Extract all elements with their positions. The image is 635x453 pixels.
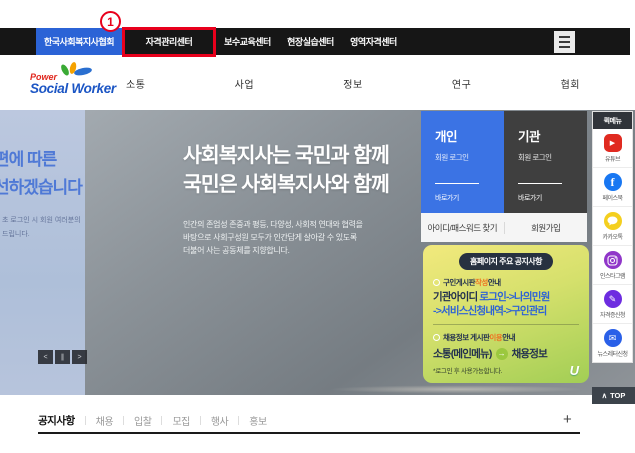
notice-item1-path: 기관아이디 로그인->나의민원 ->서비스신청내역->구인관리 <box>433 291 550 317</box>
login-panel: 개인 회원 로그인 바로가기 기관 회원 로그인 바로가기 아이디/패스워드 찾… <box>421 111 587 242</box>
util-tab-certification-label: 자격관리센터 <box>145 37 193 47</box>
prev-slide-heading: 편에 따른 선하겠습니다 <box>0 150 83 197</box>
org-login-title: 기관 <box>518 130 541 144</box>
quickmenu-item-kakaotalk[interactable]: 카카오톡 <box>593 207 632 246</box>
notice-item2-route: 소통(메인메뉴) → 채용정보 <box>433 346 579 361</box>
find-id-password-link[interactable]: 아이디/패스워드 찾기 <box>421 222 504 234</box>
facebook-icon: f <box>603 173 622 191</box>
util-tab-area-certification-center[interactable]: 영역자격센터 <box>342 28 405 55</box>
menu-item-business[interactable]: 사업 <box>221 72 268 95</box>
newsletter-icon: ✉ <box>603 329 622 347</box>
route-from: 소통(메인메뉴) <box>433 348 492 360</box>
hero-description: 인간의 존엄성 존중과 평등, 다양성, 사회적 연대와 협력을 바탕으로 사회… <box>183 220 363 255</box>
news-more-button[interactable]: + <box>563 411 572 428</box>
instagram-icon <box>603 251 622 269</box>
hero-heading-line1: 사회복지사는 국민과 함께 <box>183 144 390 167</box>
prev-slide-note: 초 로그인 시 회원 여러분의 드립니다. <box>2 217 81 238</box>
divider <box>518 183 562 184</box>
menu-item-association[interactable]: 협회 <box>547 72 594 95</box>
route-to: 채용정보 <box>511 348 548 360</box>
hero-text-block: 사회복지사는 국민과 함께 국민은 사회복지사와 함께 인간의 존엄성 존중과 … <box>183 141 390 257</box>
util-tab-certification-center[interactable]: 자격관리센터 <box>122 27 216 57</box>
news-tab-underline <box>38 432 580 434</box>
news-tab-bidding[interactable]: 입찰 <box>113 413 152 428</box>
certificate-apply-icon: ✎ <box>603 290 622 308</box>
site-logo[interactable]: Power Social Worker <box>30 61 122 100</box>
join-member-link[interactable]: 회원가입 <box>505 222 588 234</box>
quick-menu: 퀵메뉴 ▶ 유튜브 f 페이스북 카카오톡 인스타그램 ✎ 자격증신청 ✉ 뉴스… <box>592 111 633 363</box>
bullet-ring-icon <box>433 279 440 286</box>
bullet-ring-icon <box>433 334 440 341</box>
notice-card-badge: 홈페이지 주요 공지사항 <box>458 253 554 270</box>
menu-item-communication[interactable]: 소통 <box>112 72 159 95</box>
kakaotalk-icon <box>603 212 622 230</box>
personal-login-title: 개인 <box>435 130 458 144</box>
menu-item-research[interactable]: 연구 <box>438 72 485 95</box>
divider <box>435 183 479 184</box>
carousel-controls: < ∥ > <box>38 350 87 364</box>
page: 1 한국사회복지사협회 자격관리센터 보수교육센터 현장실습센터 영역자격센터 … <box>0 0 635 453</box>
hero-heading-line2: 국민은 사회복지사와 함께 <box>183 173 390 196</box>
personal-login-link[interactable]: 바로가기 <box>435 193 504 203</box>
notice-item2-label: 채용정보 게시판 이용 안내 <box>433 332 579 343</box>
notice-footnote: *로그인 후 사용가능합니다. <box>433 368 503 375</box>
quick-menu-title: 퀵메뉴 <box>593 112 632 129</box>
news-tab-recruit[interactable]: 채용 <box>75 413 114 428</box>
scroll-to-top-button[interactable]: ∧ TOP <box>592 387 635 404</box>
news-tab-notice[interactable]: 공지사항 <box>38 413 75 428</box>
notice-item1-label: 구인게시판 작성 안내 <box>433 277 579 288</box>
utility-nav: 한국사회복지사협회 자격관리센터 보수교육센터 현장실습센터 영역자격센터 <box>0 27 630 57</box>
chevron-up-icon: ∧ <box>601 391 608 400</box>
util-tab-education-center[interactable]: 보수교육센터 <box>216 28 279 55</box>
login-utility-links: 아이디/패스워드 찾기 회원가입 <box>421 213 587 242</box>
notice-u-logo: U <box>569 363 579 378</box>
personal-login-card[interactable]: 개인 회원 로그인 바로가기 <box>421 111 504 213</box>
menu-item-information[interactable]: 정보 <box>329 72 376 95</box>
util-tab-field-practice-center[interactable]: 현장실습센터 <box>279 28 342 55</box>
quickmenu-item-newsletter[interactable]: ✉ 뉴스레터신청 <box>593 324 632 362</box>
main-menu: 소통 사업 정보 연구 협회 <box>112 72 594 95</box>
quickmenu-item-certificate[interactable]: ✎ 자격증신청 <box>593 285 632 324</box>
notice-card: 홈페이지 주요 공지사항 구인게시판 작성 안내 기관아이디 로그인->나의민원… <box>423 245 589 383</box>
quickmenu-item-youtube[interactable]: ▶ 유튜브 <box>593 129 632 168</box>
personal-login-subtitle: 회원 로그인 <box>435 153 469 162</box>
hamburger-menu-icon[interactable] <box>554 30 575 53</box>
news-tab-event[interactable]: 행사 <box>190 413 229 428</box>
youtube-icon: ▶ <box>603 134 622 152</box>
utility-nav-spacer <box>0 28 36 55</box>
annotation-step-badge: 1 <box>100 11 121 32</box>
quickmenu-item-facebook[interactable]: f 페이스북 <box>593 168 632 207</box>
carousel-next-button[interactable]: > <box>72 350 87 364</box>
carousel-pause-button[interactable]: ∥ <box>55 350 70 364</box>
arrow-right-icon: → <box>495 347 508 360</box>
util-tab-association[interactable]: 한국사회복지사협회 <box>36 28 122 55</box>
logo-swoosh-icon <box>59 61 100 77</box>
org-login-subtitle: 회원 로그인 <box>518 153 552 162</box>
news-tab-recruiting[interactable]: 모집 <box>151 413 190 428</box>
divider <box>433 324 579 325</box>
org-login-card[interactable]: 기관 회원 로그인 바로가기 <box>504 111 587 213</box>
news-tab-promotion[interactable]: 홍보 <box>228 413 267 428</box>
carousel-prev-button[interactable]: < <box>38 350 53 364</box>
logo-text-bottom: Social Worker <box>30 81 116 96</box>
quickmenu-item-instagram[interactable]: 인스타그램 <box>593 246 632 285</box>
org-login-link[interactable]: 바로가기 <box>518 193 587 203</box>
news-tab-bar: 공지사항 채용 입찰 모집 행사 홍보 <box>38 413 267 428</box>
